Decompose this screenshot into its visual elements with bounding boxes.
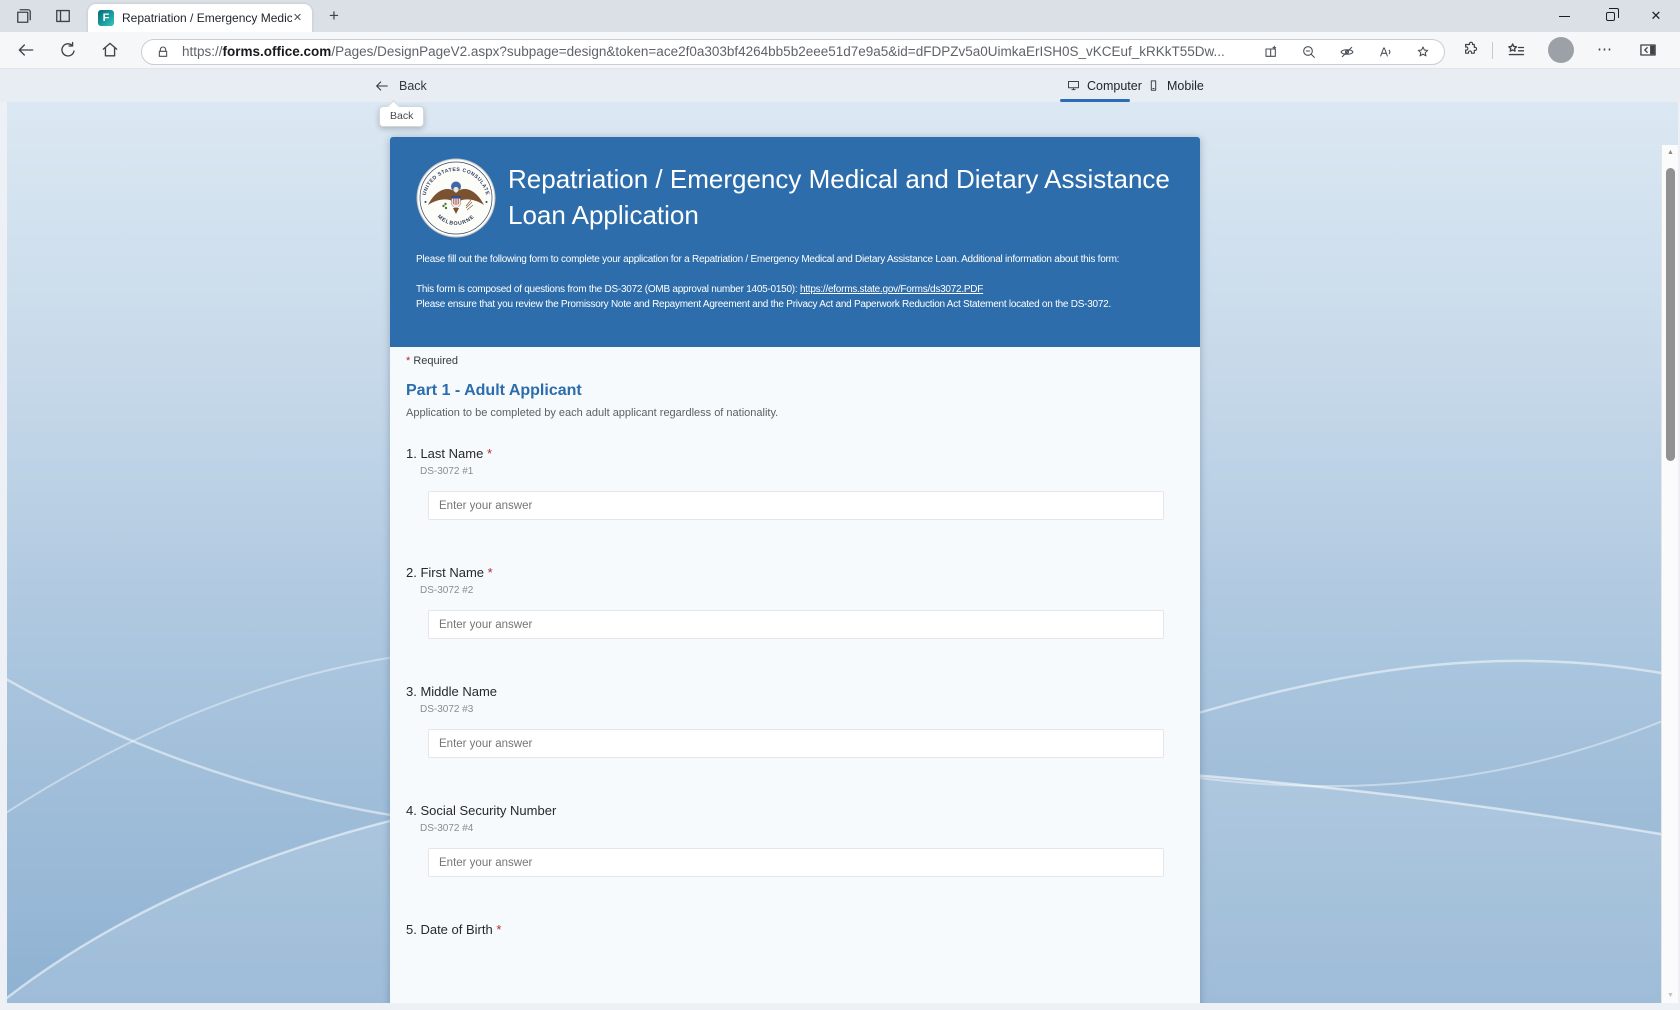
form-card: UNITED STATES CONSULATE MELBOURNE Repatr… [390, 137, 1200, 1003]
browser-titlebar: F Repatriation / Emergency Medica ✕ + ✕ [0, 0, 1680, 32]
password-eye-slash-icon[interactable] [1339, 44, 1355, 60]
question-sublabel: DS-3072 #2 [420, 585, 474, 596]
answer-input[interactable] [428, 491, 1164, 520]
section-title: Part 1 - Adult Applicant [406, 382, 582, 399]
tab-layout-icon[interactable] [53, 6, 73, 26]
split-screen-icon[interactable] [1263, 44, 1279, 60]
form-review-text: Please ensure that you review the Promis… [416, 299, 1111, 310]
question-label-text: 5. Date of Birth [406, 922, 493, 937]
sidebar-toggle-icon[interactable] [1638, 40, 1658, 60]
url-scheme: https:// [182, 44, 223, 59]
form-header: UNITED STATES CONSULATE MELBOURNE Repatr… [390, 137, 1200, 347]
required-note-label: Required [413, 355, 458, 367]
extensions-icon[interactable] [1460, 40, 1480, 60]
question-label-text: 4. Social Security Number [406, 803, 557, 818]
forms-favicon-icon: F [98, 10, 114, 26]
required-note-asterisk: * [406, 355, 411, 367]
url-path: /Pages/DesignPageV2.aspx?subpage=design&… [331, 44, 1225, 59]
question-label-text: 1. Last Name [406, 446, 484, 461]
form-preview-page: UNITED STATES CONSULATE MELBOURNE Repatr… [7, 102, 1678, 1003]
question-sublabel: DS-3072 #3 [420, 704, 474, 715]
required-note: * Required [406, 355, 1200, 367]
more-menu-icon[interactable]: ⋯ [1594, 40, 1616, 60]
tab-title: Repatriation / Emergency Medica [122, 11, 292, 25]
question-block: 3. Middle Name DS-3072 #3 [406, 684, 1200, 758]
question-block: 5. Date of Birth * [406, 922, 1200, 938]
device-tab-computer[interactable]: Computer [1066, 69, 1142, 102]
required-asterisk: * [484, 565, 493, 580]
page-scrollbar[interactable]: ▲ ▼ [1661, 145, 1678, 1003]
monitor-icon [1066, 78, 1081, 93]
scroll-down-icon[interactable]: ▼ [1662, 992, 1678, 999]
restore-icon [1605, 8, 1619, 21]
read-aloud-icon[interactable] [1377, 44, 1393, 60]
question-label: 3. Middle Name [406, 684, 1200, 700]
device-tab-mobile[interactable]: Mobile [1146, 69, 1204, 102]
answer-input[interactable] [428, 729, 1164, 758]
close-icon: ✕ [1650, 8, 1662, 23]
designer-back-button[interactable]: Back [374, 69, 427, 102]
window-restore-button[interactable] [1587, 0, 1633, 32]
favorites-list-icon[interactable] [1506, 40, 1526, 60]
address-bar[interactable]: https://forms.office.com/Pages/DesignPag… [141, 39, 1445, 65]
back-button-label: Back [399, 78, 427, 93]
composed-text: This form is composed of questions from … [416, 284, 800, 295]
required-asterisk: * [483, 446, 492, 461]
ds3072-pdf-link[interactable]: https://eforms.state.gov/Forms/ds3072.PD… [800, 284, 983, 295]
question-label: 1. Last Name * [406, 446, 1200, 462]
scroll-up-icon[interactable]: ▲ [1662, 149, 1678, 156]
section-subtitle: Application to be completed by each adul… [406, 407, 779, 419]
back-tooltip: Back [379, 106, 425, 127]
favorite-star-icon[interactable] [1415, 44, 1431, 60]
browser-toolbar: https://forms.office.com/Pages/DesignPag… [0, 32, 1680, 69]
question-label-text: 3. Middle Name [406, 684, 498, 699]
question-label: 4. Social Security Number [406, 803, 1200, 819]
site-security-lock-icon[interactable] [155, 44, 171, 60]
answer-input[interactable] [428, 848, 1164, 877]
window-minimize-button[interactable] [1541, 0, 1587, 32]
question-block: 1. Last Name * DS-3072 #1 [406, 446, 1200, 520]
consulate-seal-logo: UNITED STATES CONSULATE MELBOURNE [416, 158, 496, 238]
forms-designer-bar: Back Computer Mobile [0, 69, 1680, 102]
form-body: * Required Part 1 - Adult Applicant Appl… [390, 347, 1200, 1003]
browser-window: F Repatriation / Emergency Medica ✕ + ✕ … [0, 0, 1680, 1010]
minimize-icon [1558, 15, 1570, 17]
form-title: Repatriation / Emergency Medical and Die… [508, 164, 1170, 230]
form-composed-line: This form is composed of questions from … [416, 284, 1192, 295]
toolbar-divider [1492, 42, 1493, 59]
browser-tab[interactable]: F Repatriation / Emergency Medica ✕ [88, 4, 312, 32]
back-arrow-icon [374, 78, 390, 94]
refresh-icon[interactable] [58, 40, 78, 60]
form-intro-text: Please fill out the following form to co… [416, 254, 1120, 265]
scrollbar-thumb[interactable] [1666, 168, 1675, 461]
question-sublabel: DS-3072 #4 [420, 823, 474, 834]
window-close-button[interactable]: ✕ [1633, 0, 1679, 32]
workspaces-icon[interactable] [14, 6, 34, 26]
home-icon[interactable] [100, 40, 120, 60]
device-mobile-label: Mobile [1167, 78, 1204, 93]
question-block: 2. First Name * DS-3072 #2 [406, 565, 1200, 639]
required-asterisk: * [492, 922, 502, 937]
url-host: forms.office.com [222, 44, 332, 59]
back-nav-icon[interactable] [16, 40, 36, 60]
answer-input[interactable] [428, 610, 1164, 639]
question-sublabel: DS-3072 #1 [420, 466, 474, 477]
profile-avatar[interactable] [1548, 37, 1574, 63]
question-label: 5. Date of Birth * [406, 922, 1200, 938]
phone-icon [1146, 78, 1161, 93]
tab-close-icon[interactable]: ✕ [289, 10, 306, 27]
question-label-text: 2. First Name [406, 565, 485, 580]
new-tab-button[interactable]: + [325, 7, 343, 25]
question-label: 2. First Name * [406, 565, 1200, 581]
question-block: 4. Social Security Number DS-3072 #4 [406, 803, 1200, 877]
zoom-out-icon[interactable] [1301, 44, 1317, 60]
device-computer-label: Computer [1087, 78, 1142, 93]
question-list: 1. Last Name * DS-3072 #1 2. First Name * D… [406, 446, 1200, 938]
url-text[interactable]: https://forms.office.com/Pages/DesignPag… [182, 40, 1252, 64]
